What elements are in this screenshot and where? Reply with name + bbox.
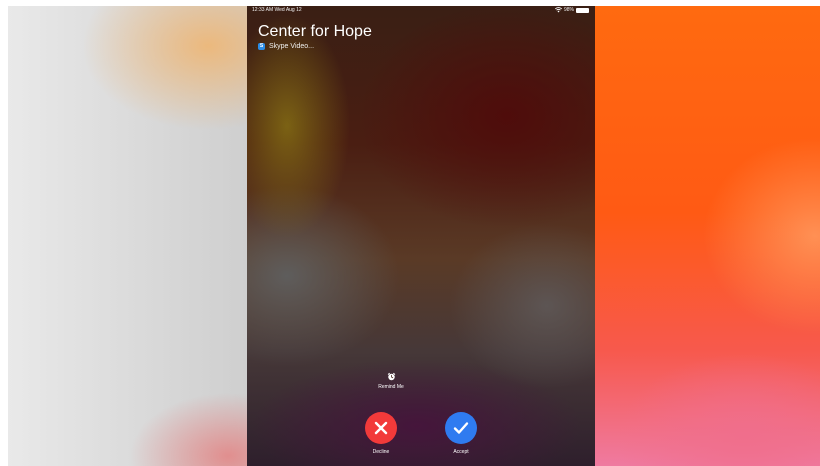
remind-me-label: Remind Me (378, 384, 404, 390)
decline-button[interactable]: Decline (361, 412, 401, 455)
accept-label: Accept (453, 449, 469, 455)
remind-me-button[interactable]: Remind Me (371, 372, 411, 390)
alarm-clock-icon (387, 372, 395, 381)
battery-icon (576, 7, 589, 13)
wifi-icon (554, 7, 562, 13)
accept-button[interactable]: Accept (441, 412, 481, 455)
status-indicators: 98% (554, 7, 589, 13)
status-bar: 12:33 AM Wed Aug 12 98% (247, 6, 595, 16)
call-app-name: Skype Video... (269, 43, 315, 50)
decline-circle[interactable] (365, 412, 397, 444)
decline-label: Decline (372, 449, 390, 455)
screen-frame: 12:33 AM Wed Aug 12 98% Center for Hope … (8, 6, 820, 466)
battery-percent: 98% (563, 7, 574, 13)
right-wallpaper-panel (595, 6, 820, 466)
skype-icon: S (258, 43, 265, 50)
incoming-call-screen: 12:33 AM Wed Aug 12 98% Center for Hope … (247, 6, 595, 466)
status-time: 12:33 AM Wed Aug 12 (252, 7, 302, 13)
left-wallpaper-panel (8, 6, 247, 466)
checkmark-icon (453, 422, 469, 434)
close-icon (374, 421, 388, 435)
call-app-row: S Skype Video... (258, 42, 372, 51)
caller-name: Center for Hope (258, 23, 372, 40)
caller-info: Center for Hope S Skype Video... (258, 23, 372, 51)
accept-circle[interactable] (445, 412, 477, 444)
